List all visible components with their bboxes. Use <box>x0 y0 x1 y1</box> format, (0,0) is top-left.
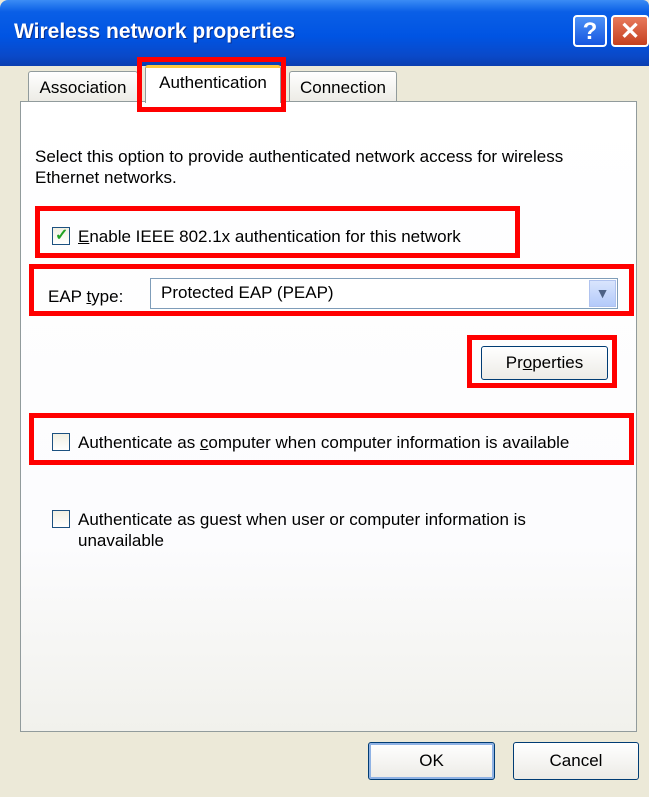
auth-as-computer-label[interactable]: Authenticate as computer when computer i… <box>78 432 569 453</box>
properties-button[interactable]: Properties <box>481 346 608 380</box>
ok-button[interactable]: OK <box>368 742 495 780</box>
auth-as-guest-label[interactable]: Authenticate as guest when user or compu… <box>78 509 598 551</box>
close-button[interactable]: ✕ <box>611 15 649 47</box>
title-bar[interactable]: Wireless network properties ? ✕ <box>0 0 649 66</box>
properties-dialog: Wireless network properties ? ✕ Associat… <box>0 0 649 797</box>
enable-8021x-label[interactable]: Enable IEEE 802.1x authentication for th… <box>78 226 461 247</box>
tab-connection[interactable]: Connection <box>289 71 397 102</box>
window-title: Wireless network properties <box>14 20 296 43</box>
eap-type-label: EAP type: <box>48 287 124 306</box>
eap-type-select[interactable]: Protected EAP (PEAP) ▼ <box>150 278 618 309</box>
checkmark-icon: ✓ <box>55 227 69 244</box>
auth-as-guest-checkbox[interactable] <box>52 510 70 528</box>
eap-type-value: Protected EAP (PEAP) <box>161 283 334 302</box>
cancel-button[interactable]: Cancel <box>513 742 639 780</box>
enable-8021x-checkbox[interactable]: ✓ <box>52 227 70 245</box>
tab-authentication[interactable]: Authentication <box>145 65 281 103</box>
tab-association[interactable]: Association <box>28 71 138 102</box>
description-text: Select this option to provide authentica… <box>35 147 564 187</box>
help-button[interactable]: ? <box>573 15 607 47</box>
auth-as-computer-checkbox[interactable] <box>52 433 70 451</box>
chevron-down-icon[interactable]: ▼ <box>589 280 616 307</box>
authentication-panel <box>20 101 637 732</box>
